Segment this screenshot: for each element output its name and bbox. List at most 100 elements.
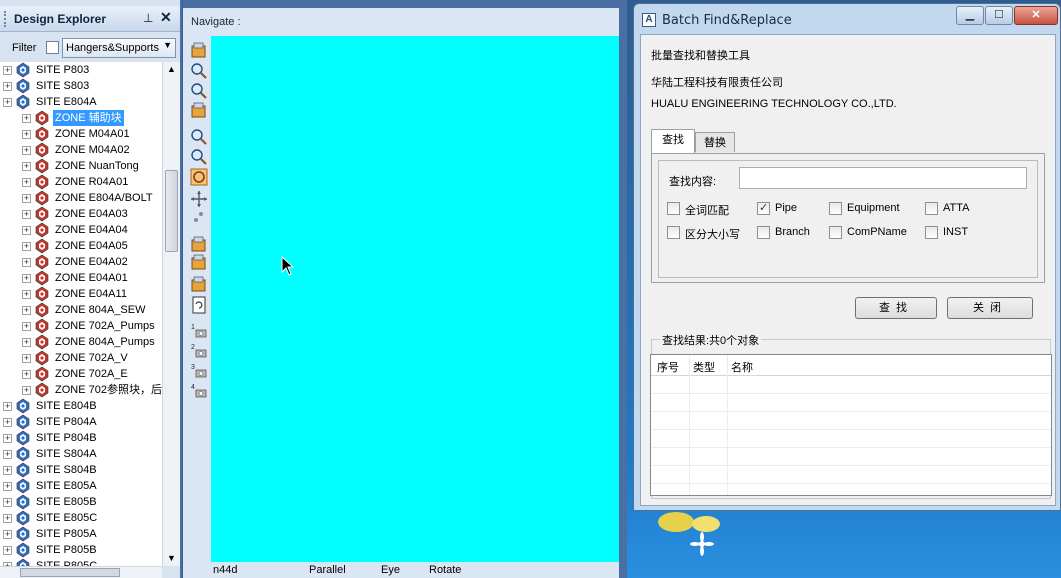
- tree-item[interactable]: + ZONE 702A_Pumps: [0, 318, 162, 334]
- zoom-region-icon[interactable]: [190, 62, 208, 80]
- close-window-button[interactable]: ✕: [1014, 6, 1058, 25]
- expand-icon[interactable]: +: [3, 66, 12, 75]
- expand-icon[interactable]: +: [3, 482, 12, 491]
- tree-item[interactable]: + ZONE 702参照块，后: [0, 382, 162, 398]
- scroll-up-icon[interactable]: ▲: [167, 64, 176, 74]
- tree-item[interactable]: + SITE P805B: [0, 542, 162, 558]
- expand-icon[interactable]: +: [3, 450, 12, 459]
- tree-item[interactable]: + ZONE M04A01: [0, 126, 162, 142]
- tree-item[interactable]: + SITE P804B: [0, 430, 162, 446]
- zoom-out-icon[interactable]: [190, 148, 208, 166]
- tree-item[interactable]: + SITE E804B: [0, 398, 162, 414]
- column-header-name[interactable]: 名称: [731, 359, 753, 375]
- filter-checkbox[interactable]: [46, 41, 59, 54]
- zoom-in-icon[interactable]: [190, 128, 208, 146]
- expand-icon[interactable]: +: [22, 258, 31, 267]
- checkbox-box[interactable]: [925, 226, 938, 239]
- tree-item[interactable]: + ZONE 702A_E: [0, 366, 162, 382]
- column-header-type[interactable]: 类型: [693, 359, 715, 375]
- tree-item[interactable]: + ZONE M04A02: [0, 142, 162, 158]
- expand-icon[interactable]: +: [22, 226, 31, 235]
- expand-icon[interactable]: +: [22, 114, 31, 123]
- tree-item[interactable]: + ZONE R04A01: [0, 174, 162, 190]
- expand-icon[interactable]: +: [22, 178, 31, 187]
- tree-item[interactable]: + SITE S803: [0, 78, 162, 94]
- tree-item[interactable]: + SITE E805A: [0, 478, 162, 494]
- tree-item[interactable]: + ZONE E04A03: [0, 206, 162, 222]
- tree-item[interactable]: + SITE E805C: [0, 510, 162, 526]
- find-content-input[interactable]: [739, 167, 1027, 189]
- clip-de-icon[interactable]: [190, 254, 208, 272]
- expand-icon[interactable]: +: [22, 370, 31, 379]
- expand-icon[interactable]: +: [3, 434, 12, 443]
- fly-icon[interactable]: [190, 208, 208, 226]
- tree-item[interactable]: + SITE S804A: [0, 446, 162, 462]
- checkbox-box[interactable]: [757, 201, 770, 215]
- expand-icon[interactable]: +: [22, 130, 31, 139]
- section-icon[interactable]: [190, 276, 208, 294]
- camera-1-icon[interactable]: 1: [190, 322, 208, 340]
- expand-icon[interactable]: +: [22, 146, 31, 155]
- expand-icon[interactable]: +: [22, 322, 31, 331]
- expand-icon[interactable]: +: [3, 466, 12, 475]
- close-icon[interactable]: ✕: [160, 9, 172, 26]
- expand-icon[interactable]: +: [3, 498, 12, 507]
- scrollbar-thumb[interactable]: [20, 568, 120, 577]
- tree-item[interactable]: + SITE E804A: [0, 94, 162, 110]
- expand-icon[interactable]: +: [22, 274, 31, 283]
- column-header-index[interactable]: 序号: [657, 359, 679, 375]
- view-box-icon[interactable]: [190, 102, 208, 120]
- refresh-icon[interactable]: [190, 296, 208, 314]
- tree-vertical-scrollbar[interactable]: ▲ ▼: [162, 62, 180, 566]
- expand-icon[interactable]: +: [3, 98, 12, 107]
- clip-icon[interactable]: [190, 236, 208, 254]
- expand-icon[interactable]: +: [22, 338, 31, 347]
- expand-icon[interactable]: +: [3, 82, 12, 91]
- checkbox-box[interactable]: [925, 202, 938, 215]
- tree-item[interactable]: + ZONE E04A11: [0, 286, 162, 302]
- camera-2-icon[interactable]: 2: [190, 342, 208, 360]
- zoom-limits-icon[interactable]: [190, 82, 208, 100]
- checkbox-box[interactable]: [667, 226, 680, 239]
- tree-item[interactable]: + ZONE E04A02: [0, 254, 162, 270]
- tree-item[interactable]: + ZONE 702A_V: [0, 350, 162, 366]
- tree-item[interactable]: + ZONE NuanTong: [0, 158, 162, 174]
- expand-icon[interactable]: +: [22, 386, 31, 395]
- tree-item[interactable]: + SITE P804A: [0, 414, 162, 430]
- minimize-button[interactable]: ▁: [956, 6, 984, 25]
- filter-dropdown[interactable]: Hangers&Supports ▼: [62, 38, 176, 58]
- tree-item[interactable]: + SITE P805A: [0, 526, 162, 542]
- pan-icon[interactable]: [190, 190, 208, 208]
- tree-horizontal-scrollbar[interactable]: [0, 566, 162, 578]
- camera-3-icon[interactable]: 3: [190, 362, 208, 380]
- camera-4-icon[interactable]: 4: [190, 382, 208, 400]
- expand-icon[interactable]: +: [22, 210, 31, 219]
- tree-item[interactable]: + SITE P805C: [0, 558, 162, 566]
- tree-item[interactable]: + ZONE 804A_SEW: [0, 302, 162, 318]
- pin-icon[interactable]: ⊥: [143, 11, 153, 25]
- tree-item[interactable]: + SITE E805B: [0, 494, 162, 510]
- expand-icon[interactable]: +: [22, 306, 31, 315]
- tree-item[interactable]: + ZONE E04A04: [0, 222, 162, 238]
- expand-icon[interactable]: +: [22, 194, 31, 203]
- checkbox-box[interactable]: [829, 202, 842, 215]
- expand-icon[interactable]: +: [22, 242, 31, 251]
- scroll-down-icon[interactable]: ▼: [167, 553, 176, 563]
- tree-item[interactable]: + SITE P803: [0, 62, 162, 78]
- walk-icon[interactable]: [190, 42, 208, 60]
- scrollbar-thumb[interactable]: [165, 170, 178, 252]
- expand-icon[interactable]: +: [22, 162, 31, 171]
- tree-item[interactable]: + ZONE E804A/BOLT: [0, 190, 162, 206]
- expand-icon[interactable]: +: [3, 418, 12, 427]
- 3d-view-canvas[interactable]: [211, 36, 619, 562]
- expand-icon[interactable]: +: [3, 546, 12, 555]
- expand-icon[interactable]: +: [3, 514, 12, 523]
- tree-item[interactable]: + ZONE 804A_Pumps: [0, 334, 162, 350]
- tab-replace[interactable]: 替换: [695, 132, 735, 152]
- checkbox-box[interactable]: [757, 226, 770, 239]
- expand-icon[interactable]: +: [3, 530, 12, 539]
- close-button[interactable]: 关闭: [947, 297, 1033, 319]
- results-list[interactable]: 序号 类型 名称: [650, 354, 1052, 496]
- tab-find[interactable]: 查找: [651, 129, 695, 153]
- tree-item[interactable]: + SITE S804B: [0, 462, 162, 478]
